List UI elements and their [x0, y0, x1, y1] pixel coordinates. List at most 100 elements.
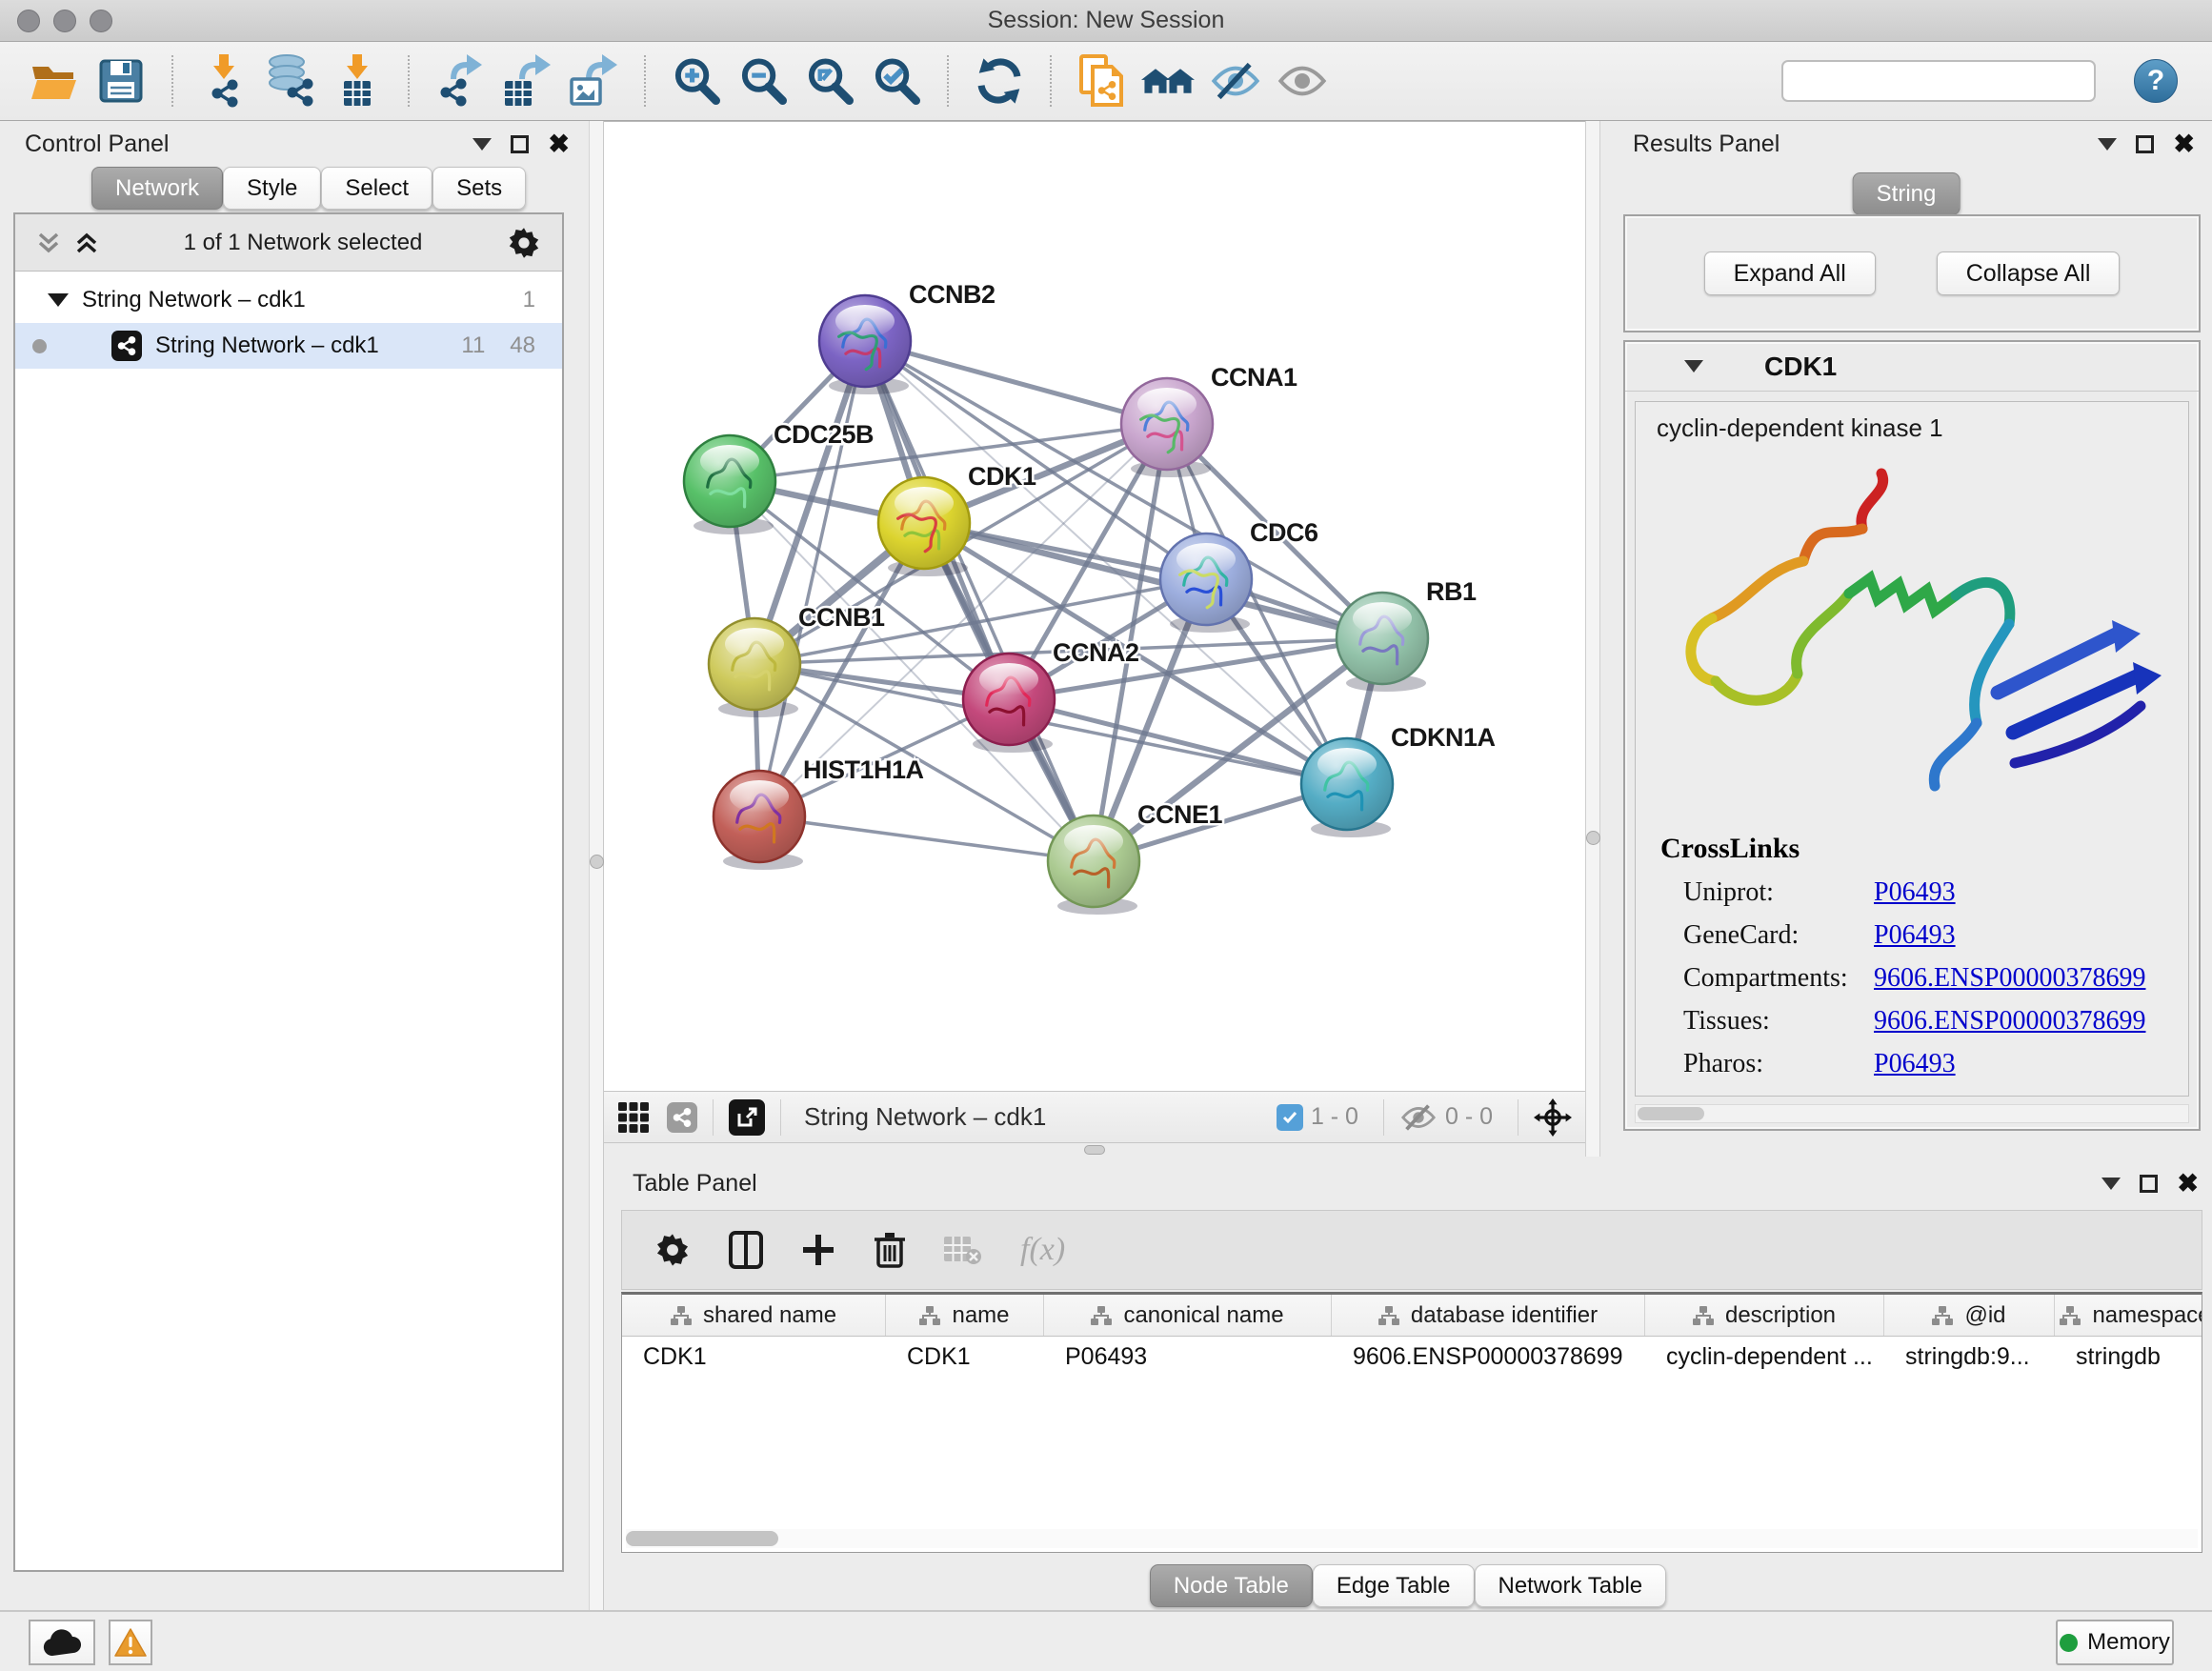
- selected-nodes-checkbox-icon[interactable]: [1277, 1104, 1303, 1131]
- warnings-button[interactable]: [109, 1620, 152, 1665]
- network-node-CDC25B[interactable]: CDC25B: [684, 420, 874, 534]
- panel-float-icon[interactable]: [2136, 135, 2154, 153]
- search-input[interactable]: [1793, 64, 2088, 98]
- network-graph[interactable]: CCNB2CCNA1CDC25BCDK1CDC6RB1CCNB1CCNA2CDK…: [604, 122, 1585, 1092]
- column-header[interactable]: database identifier: [1332, 1295, 1645, 1336]
- expand-all-button[interactable]: Expand All: [1704, 252, 1876, 295]
- column-header[interactable]: canonical name: [1044, 1295, 1332, 1336]
- collapse-all-chevron-icon[interactable]: [36, 232, 61, 254]
- left-splitter[interactable]: [589, 121, 604, 1610]
- table-cell[interactable]: cyclin-dependent ...: [1645, 1337, 1884, 1379]
- crosslink-link[interactable]: 9606.ENSP00000378699: [1874, 963, 2145, 994]
- table-options-gear-icon[interactable]: [654, 1232, 691, 1268]
- table-cell[interactable]: CDK1: [886, 1337, 1044, 1379]
- table-scrollbar[interactable]: [626, 1529, 2198, 1548]
- network-node-RB1[interactable]: RB1: [1337, 577, 1477, 692]
- delete-table-icon[interactable]: [944, 1235, 982, 1265]
- tab-style[interactable]: Style: [223, 167, 321, 210]
- column-header[interactable]: name: [886, 1295, 1044, 1336]
- network-options-gear-icon[interactable]: [507, 226, 541, 260]
- splitter-handle[interactable]: [1084, 1145, 1105, 1155]
- open-in-browser-icon[interactable]: [729, 1099, 765, 1136]
- tab-network-table[interactable]: Network Table: [1475, 1564, 1667, 1607]
- panel-close-icon[interactable]: ✖: [2173, 131, 2195, 157]
- crosslink-link[interactable]: P06493: [1874, 920, 1956, 951]
- tab-node-table[interactable]: Node Table: [1150, 1564, 1313, 1607]
- home-button[interactable]: [1141, 53, 1196, 109]
- tab-select[interactable]: Select: [321, 167, 432, 210]
- import-table-from-file-button[interactable]: [330, 53, 385, 109]
- network-canvas[interactable]: CCNB2CCNA1CDC25BCDK1CDC6RB1CCNB1CCNA2CDK…: [604, 121, 1585, 1091]
- delete-column-trash-icon[interactable]: [874, 1231, 906, 1269]
- network-edge[interactable]: [759, 341, 865, 816]
- export-image-button[interactable]: [566, 53, 621, 109]
- tab-sets[interactable]: Sets: [432, 167, 526, 210]
- column-header[interactable]: @id: [1884, 1295, 2055, 1336]
- memory-button[interactable]: Memory: [2056, 1620, 2174, 1665]
- collapse-section-icon[interactable]: [1684, 360, 1703, 372]
- splitter-handle[interactable]: [590, 855, 604, 869]
- crosslink-link[interactable]: P06493: [1874, 877, 1956, 908]
- zoom-in-button[interactable]: [669, 53, 724, 109]
- window-close-button[interactable]: [17, 10, 40, 32]
- show-columns-icon[interactable]: [729, 1231, 763, 1269]
- scrollbar-thumb[interactable]: [1638, 1107, 1704, 1120]
- panel-close-icon[interactable]: ✖: [2177, 1171, 2199, 1197]
- zoom-fit-button[interactable]: [802, 53, 857, 109]
- tab-network[interactable]: Network: [91, 167, 223, 210]
- panel-menu-icon[interactable]: [2101, 1178, 2121, 1190]
- table-cell[interactable]: stringdb:9...: [1884, 1337, 2055, 1379]
- panel-float-icon[interactable]: [2140, 1175, 2158, 1193]
- expand-all-chevron-icon[interactable]: [74, 232, 99, 254]
- column-header[interactable]: shared name: [622, 1295, 886, 1336]
- table-cell[interactable]: P06493: [1044, 1337, 1332, 1379]
- protein-result-header[interactable]: CDK1: [1625, 342, 2199, 392]
- search-box[interactable]: [1781, 60, 2096, 102]
- collapse-all-button[interactable]: Collapse All: [1937, 252, 2121, 295]
- right-splitter[interactable]: [1585, 121, 1600, 1157]
- network-node-CCNB2[interactable]: CCNB2: [819, 280, 995, 394]
- column-header[interactable]: namespace: [2055, 1295, 2202, 1336]
- network-node-CDK1[interactable]: CDK1: [878, 462, 1036, 576]
- network-node-CDKN1A[interactable]: CDKN1A: [1301, 723, 1496, 837]
- function-builder-icon[interactable]: f(x): [1020, 1232, 1065, 1268]
- panel-close-icon[interactable]: ✖: [548, 131, 570, 157]
- table-cell[interactable]: 9606.ENSP00000378699: [1332, 1337, 1645, 1379]
- new-network-from-selection-button[interactable]: [1075, 53, 1130, 109]
- horizontal-splitter[interactable]: [604, 1143, 1585, 1157]
- string-panel-icon[interactable]: [667, 1102, 697, 1133]
- crosslink-link[interactable]: P06493: [1874, 1049, 1956, 1079]
- hide-selected-button[interactable]: [1208, 53, 1263, 109]
- first-neighbors-button[interactable]: [972, 53, 1027, 109]
- import-network-from-file-button[interactable]: [196, 53, 251, 109]
- network-node-CCNA1[interactable]: CCNA1: [1121, 363, 1297, 477]
- network-node-HIST1H1A[interactable]: HIST1H1A: [714, 755, 924, 870]
- panel-menu-icon[interactable]: [2098, 138, 2117, 151]
- zoom-selected-button[interactable]: [869, 53, 924, 109]
- help-button[interactable]: ?: [2134, 59, 2178, 103]
- table-cell[interactable]: stringdb: [2055, 1337, 2202, 1379]
- network-collection-row[interactable]: String Network – cdk1 1: [15, 277, 562, 323]
- scrollbar-thumb[interactable]: [626, 1531, 778, 1546]
- results-scrollbar[interactable]: [1635, 1104, 2189, 1123]
- save-session-button[interactable]: [93, 53, 149, 109]
- open-file-button[interactable]: [27, 53, 82, 109]
- network-edge[interactable]: [759, 816, 1094, 861]
- column-header[interactable]: description: [1645, 1295, 1884, 1336]
- export-table-button[interactable]: [499, 53, 554, 109]
- fit-selected-crosshair-icon[interactable]: [1534, 1098, 1572, 1137]
- panel-menu-icon[interactable]: [473, 138, 492, 151]
- show-all-button[interactable]: [1275, 53, 1330, 109]
- tab-edge-table[interactable]: Edge Table: [1313, 1564, 1475, 1607]
- hidden-eye-slash-icon[interactable]: [1399, 1103, 1438, 1132]
- window-zoom-button[interactable]: [90, 10, 112, 32]
- table-row[interactable]: CDK1CDK1P064939606.ENSP00000378699cyclin…: [622, 1337, 2202, 1379]
- panel-float-icon[interactable]: [511, 135, 529, 153]
- export-network-button[interactable]: [432, 53, 488, 109]
- results-tab-string[interactable]: String: [1853, 172, 1961, 215]
- import-network-from-database-button[interactable]: [263, 53, 318, 109]
- splitter-handle[interactable]: [1586, 831, 1600, 845]
- cloud-status-button[interactable]: [29, 1620, 95, 1665]
- add-column-icon[interactable]: [801, 1233, 835, 1267]
- collection-expand-icon[interactable]: [48, 293, 69, 307]
